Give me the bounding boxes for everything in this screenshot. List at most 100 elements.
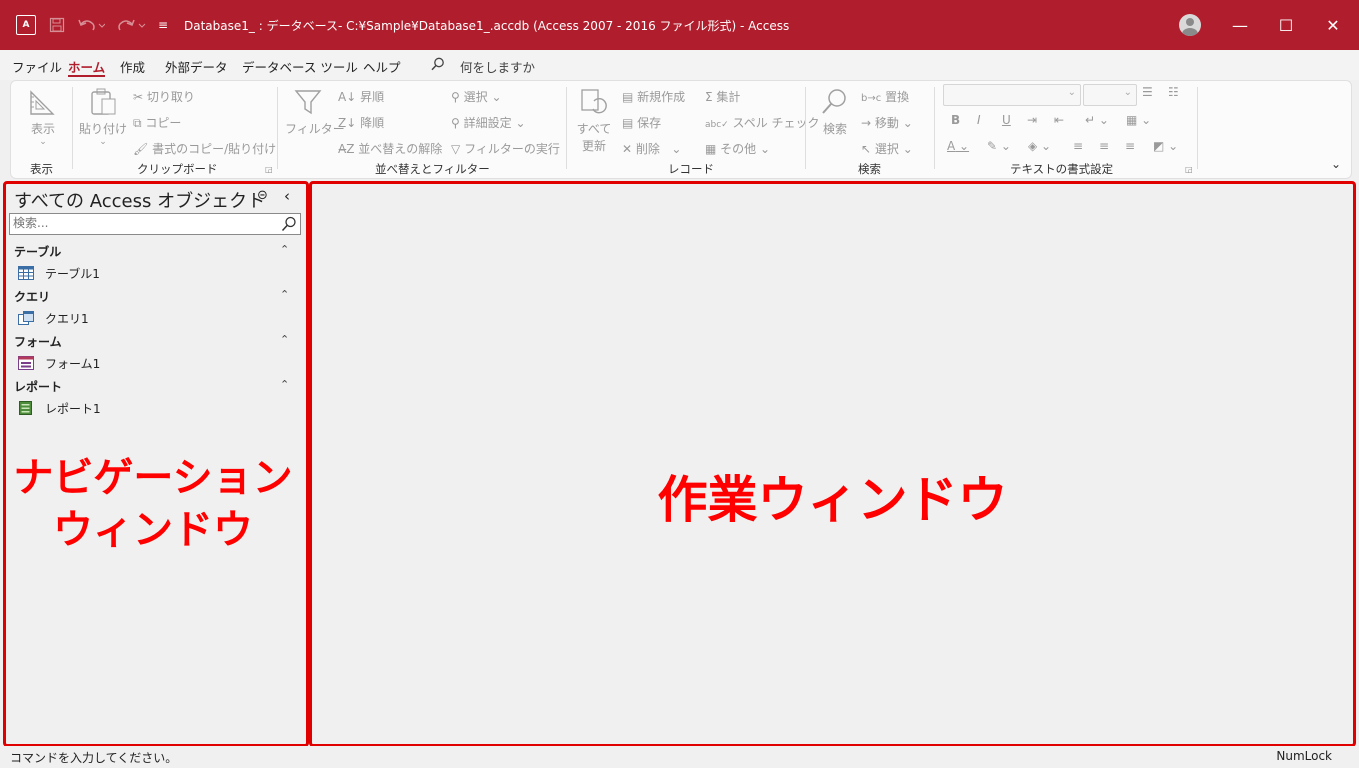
tab-database-tools[interactable]: データベース ツール — [242, 57, 358, 76]
work-window-annotation: 作業ウィンドウ — [657, 471, 1008, 529]
align-left-icon[interactable]: ≡ — [1073, 139, 1083, 153]
query-icon — [18, 311, 34, 325]
account-avatar-icon[interactable] — [1176, 0, 1204, 50]
cut-button[interactable]: ✂ 切り取り — [133, 88, 195, 105]
chevron-up-icon[interactable]: ⌃ — [280, 378, 289, 391]
tab-file[interactable]: ファイル — [12, 57, 62, 76]
nav-menu-dropdown-icon[interactable]: ⊝ — [257, 188, 268, 203]
sort-descending-button[interactable]: Z↓ 降順 — [338, 114, 384, 131]
font-name-dropdown[interactable]: ⌄ — [943, 84, 1081, 106]
work-window[interactable]: 作業ウィンドウ — [309, 181, 1356, 747]
decrease-indent-icon[interactable]: ⇤ — [1054, 113, 1064, 127]
save-record-button[interactable]: ▤ 保存 — [622, 114, 661, 131]
nav-item-query1[interactable]: クエリ1 — [18, 309, 89, 327]
toggle-filter-button[interactable]: ▽ フィルターの実行 — [451, 140, 560, 157]
search-icon[interactable] — [431, 57, 445, 71]
nav-pane-title[interactable]: すべての Access オブジェクト — [14, 187, 265, 213]
group-label-records: レコード — [668, 162, 714, 176]
nav-group-tables[interactable]: テーブル — [14, 243, 61, 260]
nav-group-forms[interactable]: フォーム — [14, 333, 62, 350]
customize-quick-access-icon[interactable]: ≡ — [156, 0, 170, 50]
paste-button[interactable]: 貼り付け ⌄ — [79, 87, 127, 147]
tab-external-data[interactable]: 外部データ — [165, 57, 228, 76]
refresh-all-button[interactable]: すべて 更新 — [573, 87, 615, 154]
more-label: その他 — [720, 142, 757, 156]
bold-button[interactable]: B — [951, 113, 960, 127]
minimize-button[interactable]: — — [1217, 0, 1263, 50]
refresh-label-2: 更新 — [581, 139, 606, 153]
goto-button[interactable]: → 移動 ⌄ — [861, 114, 913, 131]
window-title: Database1_ : データベース- C:¥Sample¥Database1… — [184, 19, 790, 33]
nav-item-label: クエリ1 — [45, 311, 89, 326]
tab-home[interactable]: ホーム — [68, 57, 106, 77]
status-message: コマンドを入力してください。 — [10, 751, 178, 765]
tab-help[interactable]: ヘルプ — [363, 57, 401, 76]
align-right-icon[interactable]: ≡ — [1125, 139, 1135, 153]
nav-item-report1[interactable]: レポート1 — [18, 399, 101, 417]
replace-button[interactable]: b→c 置換 — [861, 88, 909, 105]
new-record-button[interactable]: ▤ 新規作成 — [622, 88, 685, 105]
bullets-icon[interactable]: ☰ — [1142, 85, 1153, 99]
redo-icon[interactable] — [114, 0, 148, 50]
numbering-icon[interactable]: ☷ — [1168, 85, 1179, 99]
selection-filter-button[interactable]: ⚲ 選択 ⌄ — [451, 88, 502, 105]
access-logo: A — [16, 15, 36, 35]
paragraph-direction-icon[interactable]: ↵ ⌄ — [1085, 113, 1109, 127]
group-label-find: 検索 — [858, 162, 881, 176]
chevron-up-icon[interactable]: ⌃ — [280, 288, 289, 301]
scissors-icon: ✂ — [133, 90, 144, 104]
access-app-icon[interactable]: A — [14, 0, 38, 50]
delete-record-button[interactable]: ✕ 削除 ⌄ — [622, 140, 681, 157]
shutter-bar-close-icon[interactable]: ‹ — [284, 187, 290, 205]
italic-button[interactable]: I — [977, 113, 981, 127]
refresh-all-icon — [581, 89, 607, 114]
highlight-icon[interactable]: ✎ ⌄ — [987, 139, 1011, 153]
format-painter-button[interactable]: 🖌 書式のコピー/貼り付け — [133, 140, 276, 157]
chevron-up-icon[interactable]: ⌃ — [280, 243, 289, 256]
dialog-launcher-icon[interactable]: ◲ — [1185, 165, 1193, 174]
close-button[interactable]: ✕ — [1310, 0, 1356, 50]
nav-item-label: レポート1 — [45, 401, 101, 416]
save-icon[interactable] — [46, 0, 68, 50]
view-button[interactable]: 表示 ⌄ — [25, 87, 61, 147]
format-painter-label: 書式のコピー/貼り付け — [152, 142, 277, 156]
tab-create[interactable]: 作成 — [120, 57, 145, 76]
search-icon[interactable] — [281, 216, 297, 232]
nav-item-form1[interactable]: フォーム1 — [18, 354, 100, 372]
align-center-icon[interactable]: ≡ — [1099, 139, 1109, 153]
selection-filter-label: 選択 — [463, 90, 488, 104]
fill-color-icon[interactable]: ◈ ⌄ — [1028, 139, 1051, 153]
totals-button[interactable]: Σ 集計 — [705, 88, 740, 105]
undo-icon[interactable] — [76, 0, 106, 50]
remove-sort-button[interactable]: A̶Z 並べ替えの解除 — [338, 140, 442, 157]
font-color-button[interactable]: A ⌄ — [947, 139, 969, 153]
navigation-pane: すべての Access オブジェクト ⊝ ‹ テーブル ⌃ テーブル1 クエリ … — [3, 181, 309, 747]
find-button[interactable]: 検索 — [816, 87, 854, 137]
maximize-button[interactable]: ☐ — [1263, 0, 1309, 50]
copy-button[interactable]: ⧉ コピー — [133, 114, 181, 131]
select-button[interactable]: ↖ 選択 ⌄ — [861, 140, 913, 157]
increase-indent-icon[interactable]: ⇥ — [1027, 113, 1037, 127]
alternate-row-color-icon[interactable]: ◩ ⌄ — [1153, 139, 1178, 153]
nav-group-reports[interactable]: レポート — [14, 378, 62, 395]
font-size-dropdown[interactable]: ⌄ — [1083, 84, 1137, 106]
filter-button[interactable]: フィルター — [285, 87, 345, 137]
advanced-filter-button[interactable]: ⚲ 詳細設定 ⌄ — [451, 114, 526, 131]
spelling-icon: abc✓ — [705, 120, 729, 130]
spelling-label: スペル チェック — [732, 116, 820, 130]
collapse-ribbon-icon[interactable]: ⌄ — [1331, 157, 1341, 171]
sort-ascending-icon: A↓ — [338, 90, 357, 104]
dialog-launcher-icon[interactable]: ◲ — [265, 165, 273, 174]
chevron-up-icon[interactable]: ⌃ — [280, 333, 289, 346]
more-button[interactable]: ▦ その他 ⌄ — [705, 140, 770, 157]
nav-item-table1[interactable]: テーブル1 — [18, 264, 100, 282]
nav-search-input[interactable] — [10, 214, 273, 232]
underline-button[interactable]: U — [1002, 113, 1011, 127]
sort-ascending-label: 昇順 — [360, 90, 385, 104]
separator — [277, 87, 278, 169]
spelling-button[interactable]: abc✓ スペル チェック — [705, 114, 820, 131]
sort-ascending-button[interactable]: A↓ 昇順 — [338, 88, 384, 105]
gridlines-icon[interactable]: ▦ ⌄ — [1126, 113, 1151, 127]
nav-group-queries[interactable]: クエリ — [14, 288, 50, 305]
tell-me-search[interactable]: 何をしますか — [460, 57, 535, 76]
